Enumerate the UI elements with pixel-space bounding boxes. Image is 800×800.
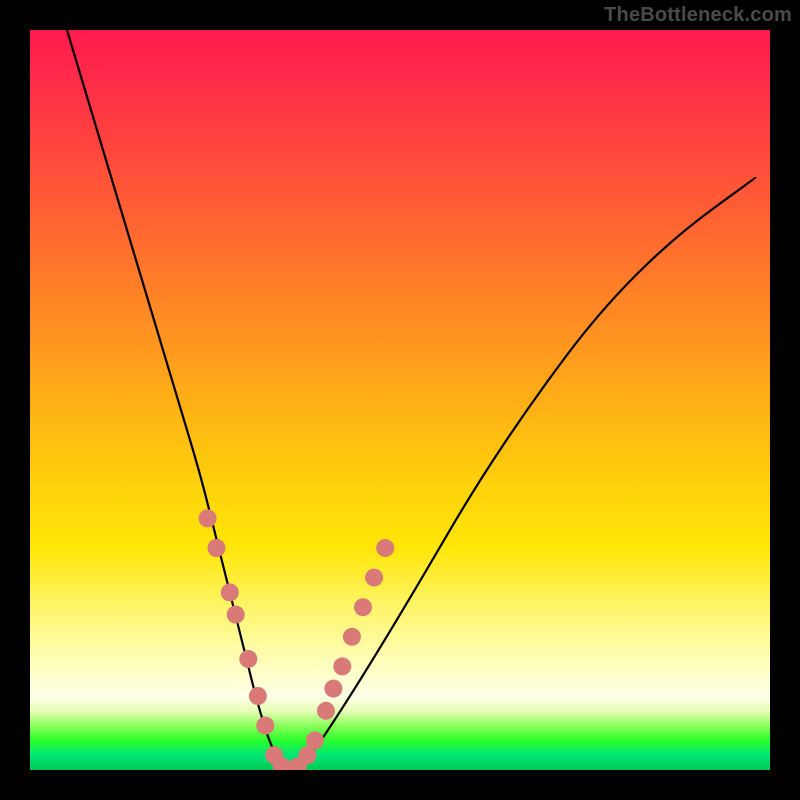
marker-dot: [221, 583, 239, 601]
marker-dot: [256, 717, 274, 735]
marker-dot: [199, 509, 217, 527]
marker-dot: [343, 628, 361, 646]
marker-dot: [227, 606, 245, 624]
marker-dot: [324, 680, 342, 698]
marker-dot: [239, 650, 257, 668]
marker-dot: [333, 657, 351, 675]
marker-dots: [199, 509, 395, 770]
marker-dot: [365, 569, 383, 587]
watermark-text: TheBottleneck.com: [604, 4, 792, 27]
curve-layer: [30, 30, 770, 770]
marker-dot: [317, 702, 335, 720]
marker-dot: [376, 539, 394, 557]
bottleneck-curve: [67, 30, 755, 766]
plot-area: [30, 30, 770, 770]
marker-dot: [306, 731, 324, 749]
marker-dot: [249, 687, 267, 705]
marker-dot: [354, 598, 372, 616]
marker-dot: [208, 539, 226, 557]
chart-frame: TheBottleneck.com: [0, 0, 800, 800]
